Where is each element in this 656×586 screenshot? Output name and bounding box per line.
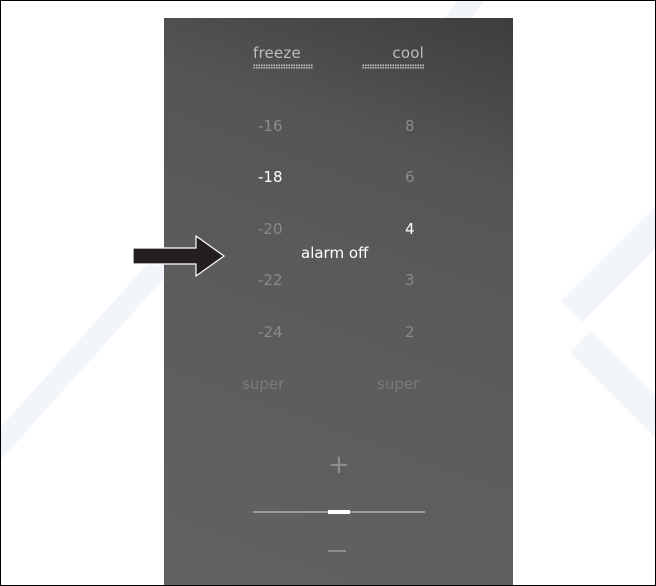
cool-header[interactable]: cool <box>362 44 424 69</box>
freeze-option[interactable]: -16 <box>258 117 283 135</box>
arrow-right-icon <box>132 235 226 278</box>
watermark-stripe <box>569 331 655 452</box>
freeze-option-selected[interactable]: -18 <box>258 168 283 186</box>
freeze-option[interactable]: -20 <box>258 220 283 238</box>
freeze-option[interactable]: -24 <box>258 323 283 341</box>
freeze-header[interactable]: freeze <box>253 44 313 69</box>
freeze-label: freeze <box>253 44 301 62</box>
alarm-off-label[interactable]: alarm off <box>301 244 368 262</box>
adjust-slider[interactable] <box>253 510 425 514</box>
cool-option[interactable]: 2 <box>405 323 415 341</box>
cool-label: cool <box>392 44 424 62</box>
cool-option-selected[interactable]: 4 <box>405 220 415 238</box>
plus-icon[interactable]: + <box>328 452 350 478</box>
freeze-option[interactable]: -22 <box>258 271 283 289</box>
cool-option[interactable]: 3 <box>405 271 415 289</box>
cool-super[interactable]: super <box>377 375 419 393</box>
minus-icon[interactable] <box>328 550 346 552</box>
cool-underline <box>362 64 424 69</box>
freeze-underline <box>253 64 313 69</box>
freeze-super[interactable]: super <box>242 375 284 393</box>
slider-thumb[interactable] <box>328 510 350 514</box>
watermark-stripe <box>561 202 655 323</box>
cool-option[interactable]: 6 <box>405 168 415 186</box>
control-panel: freeze cool -16 -18 -20 -22 -24 super 8 … <box>164 18 513 585</box>
figure-frame: freeze cool -16 -18 -20 -22 -24 super 8 … <box>0 0 656 586</box>
cool-option[interactable]: 8 <box>405 117 415 135</box>
